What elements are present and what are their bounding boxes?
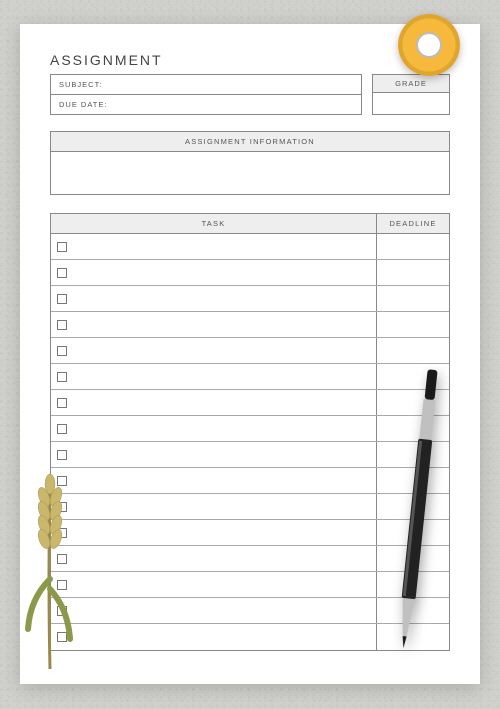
task-column-header: TASK [51, 214, 377, 233]
deadline-cell [377, 338, 449, 363]
table-row [51, 286, 449, 312]
table-row [51, 520, 449, 546]
task-checkbox[interactable] [57, 502, 67, 512]
task-cell [51, 286, 377, 311]
task-checkbox[interactable] [57, 268, 67, 278]
assignment-info-box: ASSIGNMENT INFORMATION [50, 131, 450, 195]
page-title: ASSIGNMENT [50, 52, 450, 68]
task-table-header: TASK DEADLINE [51, 214, 449, 234]
task-cell [51, 416, 377, 441]
task-cell [51, 494, 377, 519]
task-cell [51, 390, 377, 415]
task-checkbox[interactable] [57, 554, 67, 564]
task-checkbox[interactable] [57, 528, 67, 538]
table-row [51, 338, 449, 364]
table-row [51, 390, 449, 416]
task-cell [51, 364, 377, 389]
task-checkbox[interactable] [57, 242, 67, 252]
table-row [51, 312, 449, 338]
deadline-column-header: DEADLINE [377, 214, 449, 233]
task-cell [51, 468, 377, 493]
assignment-info-header: ASSIGNMENT INFORMATION [51, 132, 449, 152]
table-row [51, 572, 449, 598]
task-cell [51, 234, 377, 259]
grade-value [373, 93, 449, 114]
task-checkbox[interactable] [57, 580, 67, 590]
task-checkbox[interactable] [57, 606, 67, 616]
task-checkbox[interactable] [57, 346, 67, 356]
subject-label: SUBJECT: [51, 75, 361, 94]
task-cell [51, 624, 377, 650]
task-cell [51, 338, 377, 363]
table-row [51, 260, 449, 286]
deadline-cell [377, 286, 449, 311]
subject-duedate-box: SUBJECT: DUE DATE: [50, 74, 362, 115]
header-row: SUBJECT: DUE DATE: GRADE [50, 74, 450, 115]
task-table: TASK DEADLINE [50, 213, 450, 651]
deadline-cell [377, 234, 449, 259]
deadline-cell [377, 312, 449, 337]
task-cell [51, 520, 377, 545]
table-row [51, 234, 449, 260]
task-checkbox[interactable] [57, 424, 67, 434]
task-cell [51, 312, 377, 337]
table-row [51, 598, 449, 624]
table-row [51, 468, 449, 494]
grade-box: GRADE [372, 74, 450, 115]
table-row [51, 546, 449, 572]
task-checkbox[interactable] [57, 294, 67, 304]
task-checkbox[interactable] [57, 320, 67, 330]
table-row [51, 364, 449, 390]
grade-label: GRADE [373, 75, 449, 93]
table-row [51, 624, 449, 650]
task-checkbox[interactable] [57, 476, 67, 486]
deadline-cell [377, 260, 449, 285]
task-checkbox[interactable] [57, 372, 67, 382]
task-cell [51, 572, 377, 597]
task-cell [51, 442, 377, 467]
assignment-info-body [51, 152, 449, 194]
table-row [51, 416, 449, 442]
duedate-label: DUE DATE: [51, 94, 361, 114]
table-row [51, 442, 449, 468]
task-checkbox[interactable] [57, 450, 67, 460]
table-row [51, 494, 449, 520]
tape-roll-decoration [398, 14, 460, 76]
task-cell [51, 260, 377, 285]
task-checkbox[interactable] [57, 632, 67, 642]
task-checkbox[interactable] [57, 398, 67, 408]
task-cell [51, 598, 377, 623]
task-cell [51, 546, 377, 571]
